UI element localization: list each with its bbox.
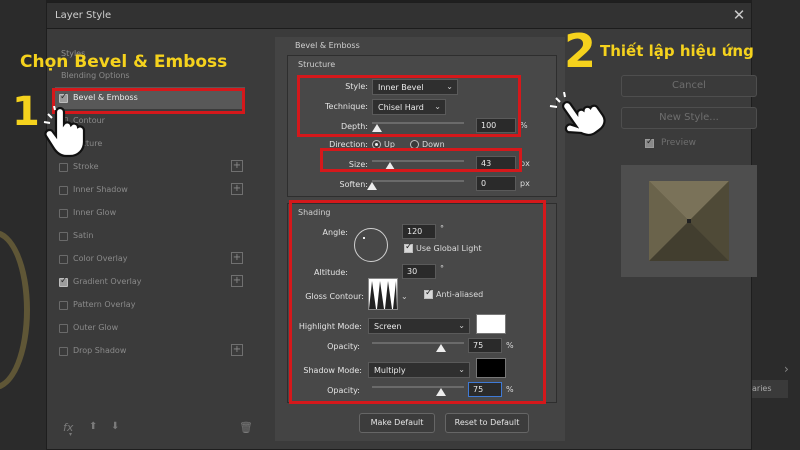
style-item-checkbox[interactable] [59, 347, 68, 356]
dialog-titlebar[interactable]: Layer Style ✕ [47, 3, 751, 29]
highlight-box-shading [289, 200, 546, 404]
bg-panel-tab[interactable]: aries [752, 380, 788, 398]
style-item-drop-shadow[interactable]: Drop Shadow + [55, 340, 245, 362]
style-item-checkbox[interactable] [59, 186, 68, 195]
highlight-box-size [320, 148, 522, 172]
chevron-right-icon[interactable]: › [784, 362, 800, 378]
style-item-checkbox[interactable] [59, 324, 68, 333]
style-item-label: Inner Shadow [73, 185, 128, 194]
style-item-inner-glow[interactable]: Inner Glow [55, 202, 245, 224]
style-item-label: Outer Glow [73, 323, 119, 332]
highlight-box-structure [297, 75, 521, 137]
chevron-down-icon[interactable]: ▾ [69, 431, 72, 438]
annotation-step1-text: Chọn Bevel & Emboss [20, 52, 228, 72]
style-item-checkbox[interactable] [59, 209, 68, 218]
structure-title: Structure [298, 60, 336, 69]
dialog-title: Layer Style [55, 10, 112, 21]
make-default-button[interactable]: Make Default [359, 413, 435, 433]
soften-slider[interactable] [372, 180, 464, 182]
style-item-color-overlay[interactable]: Color Overlay + [55, 248, 245, 270]
style-item-gradient-overlay[interactable]: Gradient Overlay + [55, 271, 245, 293]
add-style-icon[interactable]: + [231, 183, 243, 195]
style-item-label: Gradient Overlay [73, 277, 142, 286]
style-item-label: Pattern Overlay [73, 300, 136, 309]
arrow-up-icon[interactable]: ⬆ [89, 421, 97, 432]
add-style-icon[interactable]: + [231, 275, 243, 287]
soften-slider-thumb[interactable] [367, 182, 377, 190]
new-style-button[interactable]: New Style... [621, 107, 757, 129]
style-item-checkbox[interactable] [59, 163, 68, 172]
style-item-inner-shadow[interactable]: Inner Shadow + [55, 179, 245, 201]
trash-icon[interactable]: 🗑 [239, 421, 253, 434]
preview-label[interactable]: Preview [661, 138, 696, 148]
style-item-label: Drop Shadow [73, 346, 127, 355]
style-item-checkbox[interactable] [59, 232, 68, 241]
hand-pointer-icon [42, 105, 86, 158]
style-item-pattern-overlay[interactable]: Pattern Overlay [55, 294, 245, 316]
effects-toolbar: fx ▾ ⬆ ⬇ 🗑 [63, 419, 253, 438]
style-item-satin[interactable]: Satin [55, 225, 245, 247]
style-item-outer-glow[interactable]: Outer Glow [55, 317, 245, 339]
annotation-step2-number: 2 [564, 24, 597, 78]
style-item-label: Stroke [73, 162, 99, 171]
reset-to-default-button[interactable]: Reset to Default [445, 413, 529, 433]
style-item-checkbox[interactable] [59, 255, 68, 264]
style-item-label: Color Overlay [73, 254, 128, 263]
blending-options[interactable]: Blending Options [61, 71, 130, 80]
bevel-header: Bevel & Emboss [295, 41, 360, 50]
style-item-checkbox[interactable] [59, 276, 68, 287]
add-style-icon[interactable]: + [231, 252, 243, 264]
style-item-label: Satin [73, 231, 94, 240]
arrow-down-icon[interactable]: ⬇ [111, 421, 119, 432]
add-style-icon[interactable]: + [231, 160, 243, 172]
soften-unit: px [520, 179, 530, 188]
style-item-label: Inner Glow [73, 208, 117, 217]
add-style-icon[interactable]: + [231, 344, 243, 356]
hand-pointer-icon [548, 91, 606, 138]
close-icon[interactable]: ✕ [731, 6, 747, 24]
preview-checkbox[interactable] [645, 137, 654, 148]
annotation-step2-text: Thiết lập hiệu ứng [600, 42, 754, 60]
preview-bevel-shape [649, 181, 729, 261]
preview-thumbnail [621, 165, 757, 277]
annotation-step1-number: 1 [12, 89, 40, 135]
depth-unit: % [520, 121, 528, 130]
style-item-stroke[interactable]: Stroke + [55, 156, 245, 178]
cancel-button[interactable]: Cancel [621, 75, 757, 97]
soften-label: Soften: [339, 180, 368, 189]
soften-input[interactable]: 0 [476, 176, 516, 191]
preview-square [649, 181, 729, 261]
style-item-checkbox[interactable] [59, 301, 68, 310]
